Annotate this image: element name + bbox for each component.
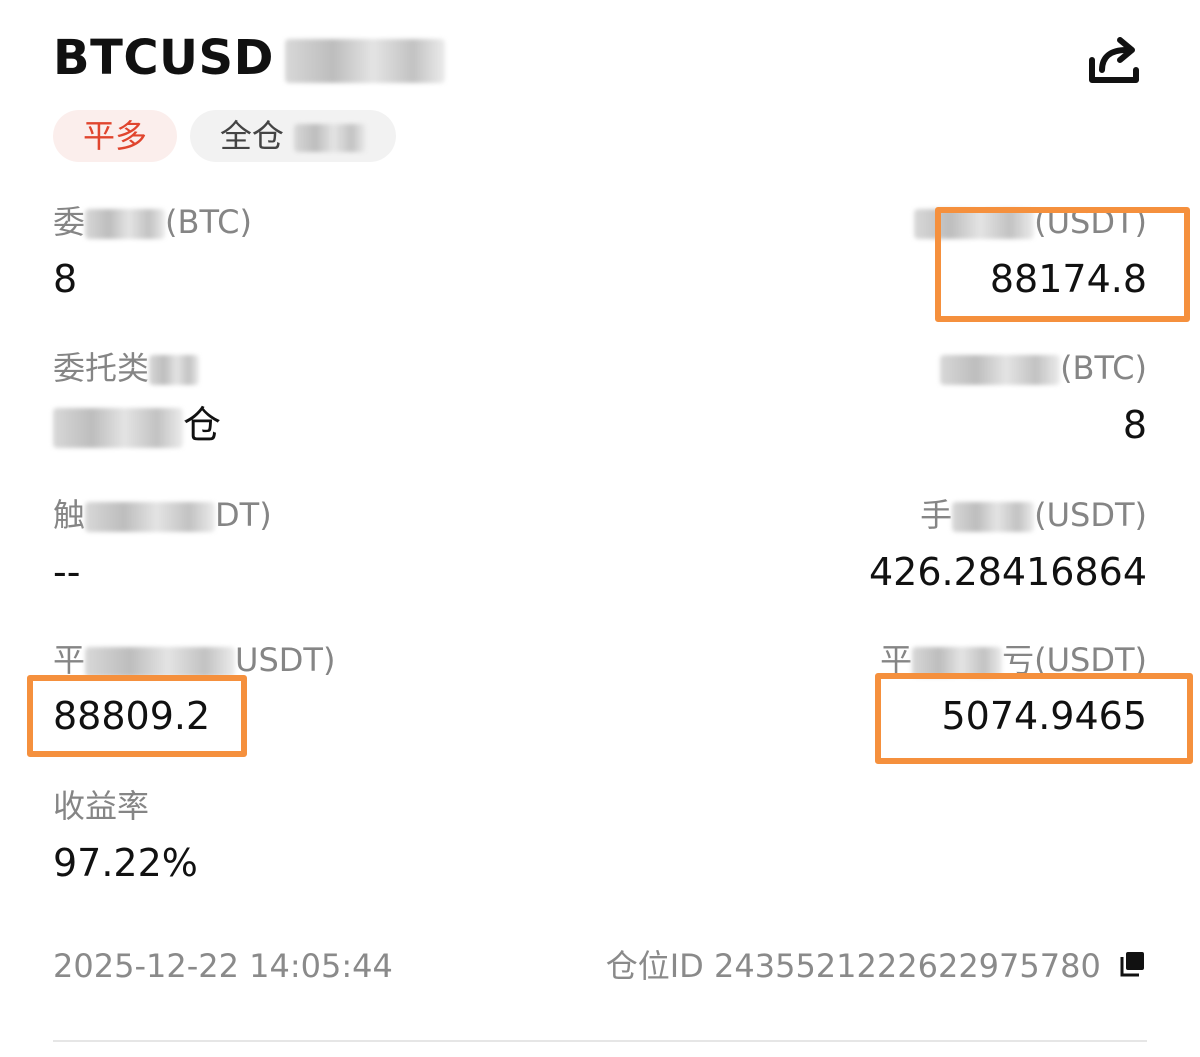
margin-mode-tag: 全仓 [190, 110, 396, 162]
order-type-label-start: 委托类 [53, 349, 150, 387]
redacted-text [940, 355, 1061, 385]
close-price-label-start: 平 [53, 641, 86, 679]
order-type-label: 委托类 [53, 348, 200, 388]
close-price-label-end: USDT) [235, 641, 336, 679]
timestamp: 2025-12-22 14:05:44 [53, 947, 393, 985]
filled-qty-label-end: (BTC) [1060, 349, 1147, 387]
order-price-value: 88174.8 [989, 257, 1147, 301]
redacted-text [285, 39, 446, 83]
margin-mode-label: 全仓 [219, 117, 284, 155]
position-id: 仓位ID 2435521222622975780 [606, 946, 1147, 988]
filled-qty-value: 8 [1122, 403, 1147, 447]
share-button[interactable] [1086, 34, 1142, 86]
redacted-text [952, 502, 1035, 532]
trigger-price-label: 触 DT) [53, 495, 272, 535]
redacted-text [149, 355, 200, 385]
redacted-text [85, 209, 166, 239]
roi-value: 97.22% [53, 841, 198, 885]
order-qty-value: 8 [53, 257, 78, 301]
filled-qty-label: (BTC) [940, 348, 1147, 388]
close-price-value: 88809.2 [53, 694, 211, 738]
position-id-value: 2435521222622975780 [714, 947, 1101, 985]
copy-icon [1120, 952, 1144, 977]
side-tag: 平多 [53, 110, 177, 162]
redacted-text [85, 502, 216, 532]
order-qty-label: 委 (BTC) [53, 202, 252, 242]
position-id-label: 仓位ID [605, 947, 704, 985]
roi-label: 收益率 [53, 787, 150, 825]
order-qty-label-end: (BTC) [165, 203, 252, 241]
close-pnl-value: 5074.9465 [941, 694, 1148, 738]
fee-label-end: (USDT) [1034, 496, 1147, 534]
divider [53, 1040, 1147, 1042]
order-qty-label-start: 委 [53, 203, 86, 241]
order-type-value-end: 仓 [183, 403, 222, 447]
redacted-text [294, 124, 367, 152]
fee-value: 426.28416864 [868, 550, 1147, 594]
redacted-text [85, 647, 236, 677]
redacted-text [53, 407, 183, 448]
trigger-price-value: -- [53, 550, 81, 594]
close-price-label: 平 USDT) [53, 640, 335, 680]
page-title: BTCUSD [53, 30, 446, 86]
order-type-value: 仓 [53, 402, 221, 448]
copy-button[interactable] [1117, 948, 1147, 988]
trigger-price-label-end: DT) [215, 496, 272, 534]
share-icon [1089, 37, 1139, 83]
symbol-name: BTCUSD [53, 30, 274, 86]
fee-label: 手 (USDT) [920, 495, 1147, 535]
trigger-price-label-start: 触 [53, 496, 86, 534]
fee-label-start: 手 [920, 496, 953, 534]
